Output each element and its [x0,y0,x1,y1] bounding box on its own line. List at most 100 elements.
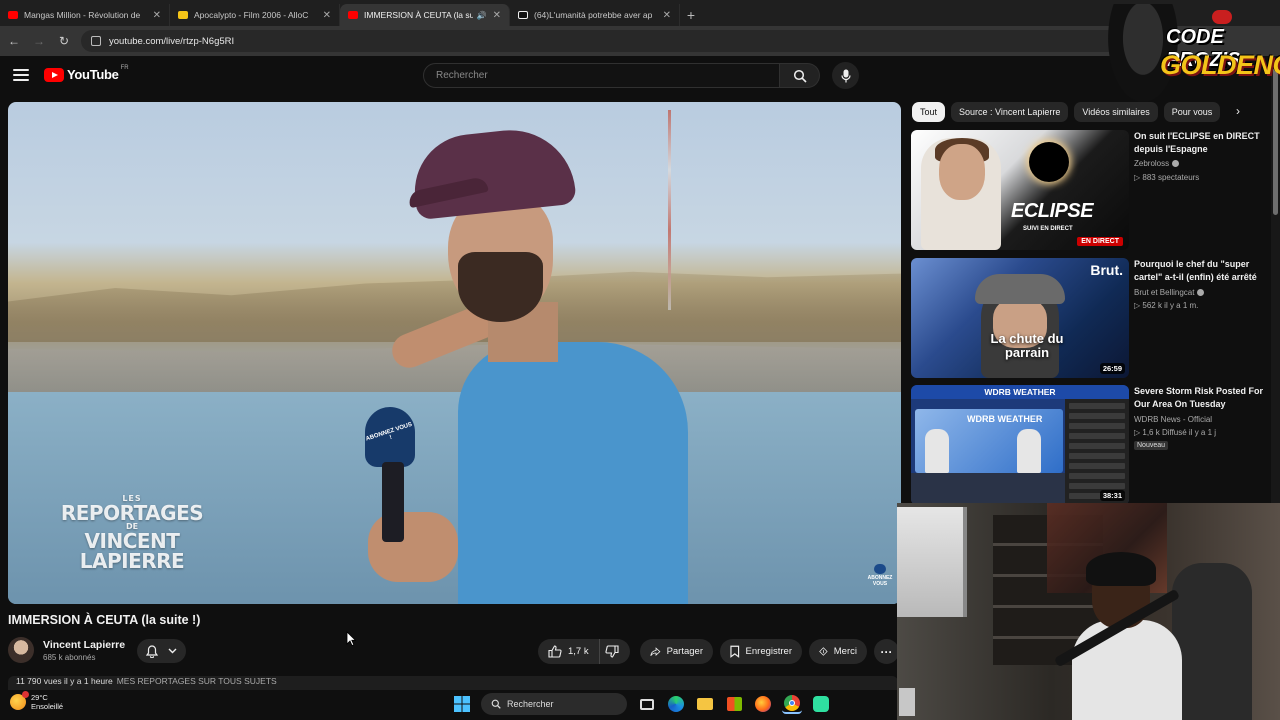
reload-button[interactable]: ↻ [53,30,75,52]
notification-bell-button[interactable] [137,639,186,663]
recommendation-item[interactable]: WDRB WEATHER WDRB WEATHER 38:31 Severe S… [911,385,1271,505]
thumbs-up-icon [548,645,562,658]
search-placeholder: Rechercher [436,70,488,81]
thanks-button[interactable]: Merci [809,639,867,664]
close-tab-icon[interactable]: ✕ [323,10,331,21]
channel-block: Vincent Lapierre 685 k abonnés [8,637,125,663]
search-input[interactable]: Rechercher [423,63,780,88]
weather-widget[interactable]: 29°C Ensoleillé [10,691,64,711]
thumbnail-caption: La chute du parrain [990,331,1064,360]
firefox-icon[interactable] [753,694,773,714]
save-label: Enregistrer [745,646,792,657]
save-button[interactable]: Enregistrer [720,639,802,664]
menu-icon[interactable] [13,69,29,81]
new-tab-button[interactable]: + [680,4,702,26]
streamer-logo: CODE PROZIS GOLDENG [1108,4,1280,102]
more-actions-icon[interactable]: ··· [874,639,899,664]
duration-badge: 38:31 [1099,490,1125,501]
rec-views: ▷ 1,6 k Diffusé il y a 1 j [1134,428,1217,437]
share-icon [650,646,661,656]
search-button[interactable] [780,63,820,88]
thumbnail-text: ECLIPSE [1011,200,1094,222]
youtube-favicon-icon [8,11,18,19]
like-button[interactable]: 1,7 k [538,639,600,664]
edge-browser-icon[interactable] [666,694,686,714]
video-player[interactable]: ABONNEZ VOUS ! LES REPORTAGES DE VINCENT… [8,102,901,604]
youtube-favicon-icon [348,11,358,19]
youtube-logo-text: YouTube [67,67,119,82]
chevron-right-icon[interactable]: › [1236,104,1252,122]
file-explorer-icon[interactable] [695,694,715,714]
subscribe-watermark[interactable]: ABONNEZ VOUS [866,564,894,588]
youtube-logo[interactable]: YouTube FR [44,64,129,82]
task-view-icon[interactable] [637,694,657,714]
channel-avatar[interactable] [8,637,34,663]
search-icon [793,69,807,83]
super-thanks-icon [819,647,828,656]
sun-icon [10,691,29,710]
thumbnail-screen-text: WDRB WEATHER [967,414,1043,424]
voice-search-button[interactable] [832,62,859,89]
address-bar[interactable]: youtube.com/live/rtzp-N6g5RI [81,30,1121,52]
country-code: FR [120,64,129,71]
live-badge: EN DIRECT [1077,237,1123,246]
tab-title: Apocalypto - Film 2006 - AlloC [194,10,309,20]
chevron-down-icon [168,648,177,654]
microphone-prop: ABONNEZ VOUS ! [365,407,423,542]
taskbar-search[interactable]: Rechercher [481,693,627,715]
filter-chips: Tout Source : Vincent Lapierre Vidéos si… [912,102,1242,124]
rec-title[interactable]: Pourquoi le chef du "super cartel" a-t-i… [1134,258,1274,284]
recommendation-item[interactable]: ECLIPSE SUIVI EN DIRECT EN DIRECT On sui… [911,130,1271,250]
verified-icon [1172,160,1180,168]
weather-condition: Ensoleillé [31,702,64,711]
mouse-cursor-icon [346,631,356,646]
video-thumbnail[interactable]: Brut. La chute du parrain 26:59 [911,258,1129,378]
windows-start-icon[interactable] [452,694,472,714]
thumbnail-subtext: SUIVI EN DIRECT [1023,226,1073,232]
thumbnail-banner: WDRB WEATHER [911,385,1129,399]
microsoft-store-icon[interactable] [724,694,744,714]
rec-views: ▷ 562 k il y a 1 m. [1134,301,1199,310]
streaming-app-icon[interactable] [811,694,831,714]
chip-source[interactable]: Source : Vincent Lapierre [951,102,1069,122]
rec-title[interactable]: Severe Storm Risk Posted For Our Area On… [1134,385,1274,411]
browser-tab[interactable]: Apocalypto - Film 2006 - AlloC ✕ [170,4,340,26]
forward-button[interactable]: → [28,30,50,52]
speaker-icon[interactable]: 🔊 [477,11,487,20]
close-tab-icon[interactable]: ✕ [153,10,161,21]
verified-icon [1197,289,1205,297]
chip-for-you[interactable]: Pour vous [1163,102,1221,122]
subscriber-count: 685 k abonnés [43,652,96,662]
description-link[interactable]: MES REPORTAGES SUR TOUS SUJETS [117,676,277,686]
page-scrollbar[interactable] [1271,56,1280,506]
channel-name[interactable]: Vincent Lapierre [43,639,125,651]
share-button[interactable]: Partager [640,639,713,664]
tiktok-favicon-icon [518,11,528,19]
taskbar-search-label: Rechercher [507,699,554,709]
bell-icon [146,644,159,658]
chip-similar[interactable]: Vidéos similaires [1074,102,1158,122]
rec-title[interactable]: On suit l'ECLIPSE en DIRECT depuis l'Esp… [1134,130,1274,156]
browser-tab-strip: Mangas Million - Révolution de ✕ Apocaly… [0,0,1280,26]
browser-tab-active[interactable]: IMMERSION À CEUTA (la su 🔊 ✕ [340,4,510,26]
site-info-icon[interactable] [91,36,101,46]
browser-toolbar: ← → ↻ youtube.com/live/rtzp-N6g5RI [0,26,1280,56]
chip-all[interactable]: Tout [912,102,946,122]
rec-channel: Zebrolоss [1134,159,1180,168]
recommendation-item[interactable]: Brut. La chute du parrain 26:59 Pourquoi… [911,258,1271,378]
youtube-header: YouTube FR Rechercher [0,56,1280,96]
close-tab-icon[interactable]: ✕ [663,10,671,21]
back-button[interactable]: ← [3,30,25,52]
temperature: 29°C [31,693,48,702]
chrome-icon[interactable] [782,694,802,714]
thanks-label: Merci [833,646,857,657]
description-stats: 11 790 vues il y a 1 heure [16,676,113,686]
description-box[interactable]: 11 790 vues il y a 1 heure MES REPORTAGES… [8,676,898,690]
video-thumbnail[interactable]: ECLIPSE SUIVI EN DIRECT EN DIRECT [911,130,1129,250]
browser-tab[interactable]: Mangas Million - Révolution de ✕ [0,4,170,26]
browser-tab[interactable]: (64)L'umanità potrebbe aver ap ✕ [510,4,680,26]
video-thumbnail[interactable]: WDRB WEATHER WDRB WEATHER 38:31 [911,385,1129,505]
dislike-button[interactable] [600,639,630,664]
close-tab-icon[interactable]: ✕ [493,10,501,21]
tab-title: Mangas Million - Révolution de [24,10,141,20]
